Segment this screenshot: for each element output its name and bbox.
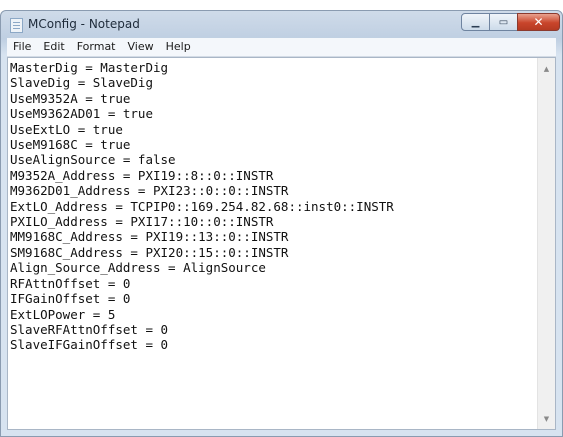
menu-bar: File Edit Format View Help (7, 38, 556, 57)
notepad-window: MConfig - Notepad ▁ ▭ ✕ File Edit Format… (0, 10, 563, 437)
text-line: Align_Source_Address = AlignSource (10, 260, 266, 276)
text-line: IFGainOffset = 0 (10, 291, 131, 307)
text-line: M9352A_Address = PXI19::8::0::INSTR (10, 167, 274, 183)
text-line: UseAlignSource = false (10, 152, 176, 168)
text-line: MasterDig = MasterDig (10, 60, 169, 75)
notepad-icon (10, 18, 23, 33)
text-line: UseM9362AD01 = true (10, 106, 153, 122)
window-title: MConfig - Notepad (28, 17, 140, 31)
text-line: PXILO_Address = PXI17::10::0::INSTR (10, 214, 274, 230)
scroll-down-button[interactable]: ▼ (538, 410, 555, 427)
scroll-up-icon: ▲ (543, 64, 550, 73)
menu-help[interactable]: Help (160, 38, 197, 56)
text-line: RFAttnOffset = 0 (10, 275, 131, 291)
scroll-up-button[interactable]: ▲ (538, 60, 555, 77)
text-line: SlaveIFGainOffset = 0 (10, 337, 169, 353)
menu-format[interactable]: Format (71, 38, 122, 56)
close-button[interactable]: ✕ (517, 13, 560, 31)
title-bar[interactable]: MConfig - Notepad ▁ ▭ ✕ (1, 11, 562, 37)
minimize-button[interactable]: ▁ (461, 13, 490, 31)
text-line: SlaveRFAttnOffset = 0 (10, 321, 169, 337)
vertical-scrollbar[interactable]: ▲ ▼ (537, 58, 555, 429)
text-line: M9362D01_Address = PXI23::0::0::INSTR (10, 183, 289, 199)
maximize-icon: ▭ (498, 16, 509, 28)
text-line: UseM9352A = true (10, 90, 131, 106)
text-line: UseExtLO = true (10, 121, 123, 137)
text-line: ExtLOPower = 5 (10, 306, 116, 322)
close-icon: ✕ (533, 15, 544, 29)
menu-edit[interactable]: Edit (37, 38, 70, 56)
text-line: SM9168C_Address = PXI20::15::0::INSTR (10, 244, 289, 260)
scroll-down-icon: ▼ (543, 414, 550, 423)
maximize-button[interactable]: ▭ (489, 13, 518, 31)
caption-buttons: ▁ ▭ ✕ (461, 13, 560, 31)
menu-file[interactable]: File (7, 38, 37, 56)
text-line: UseM9168C = true (10, 137, 131, 153)
text-line: ExtLO_Address = TCPIP0::169.254.82.68::i… (10, 198, 394, 214)
menu-view[interactable]: View (122, 38, 160, 56)
text-content[interactable]: MasterDig = MasterDig SlaveDig = SlaveDi… (10, 60, 537, 427)
minimize-icon: ▁ (471, 16, 480, 28)
text-editor[interactable]: MasterDig = MasterDig SlaveDig = SlaveDi… (7, 57, 556, 430)
text-line: MM9168C_Address = PXI19::13::0::INSTR (10, 229, 289, 245)
text-line: SlaveDig = SlaveDig (10, 75, 153, 91)
